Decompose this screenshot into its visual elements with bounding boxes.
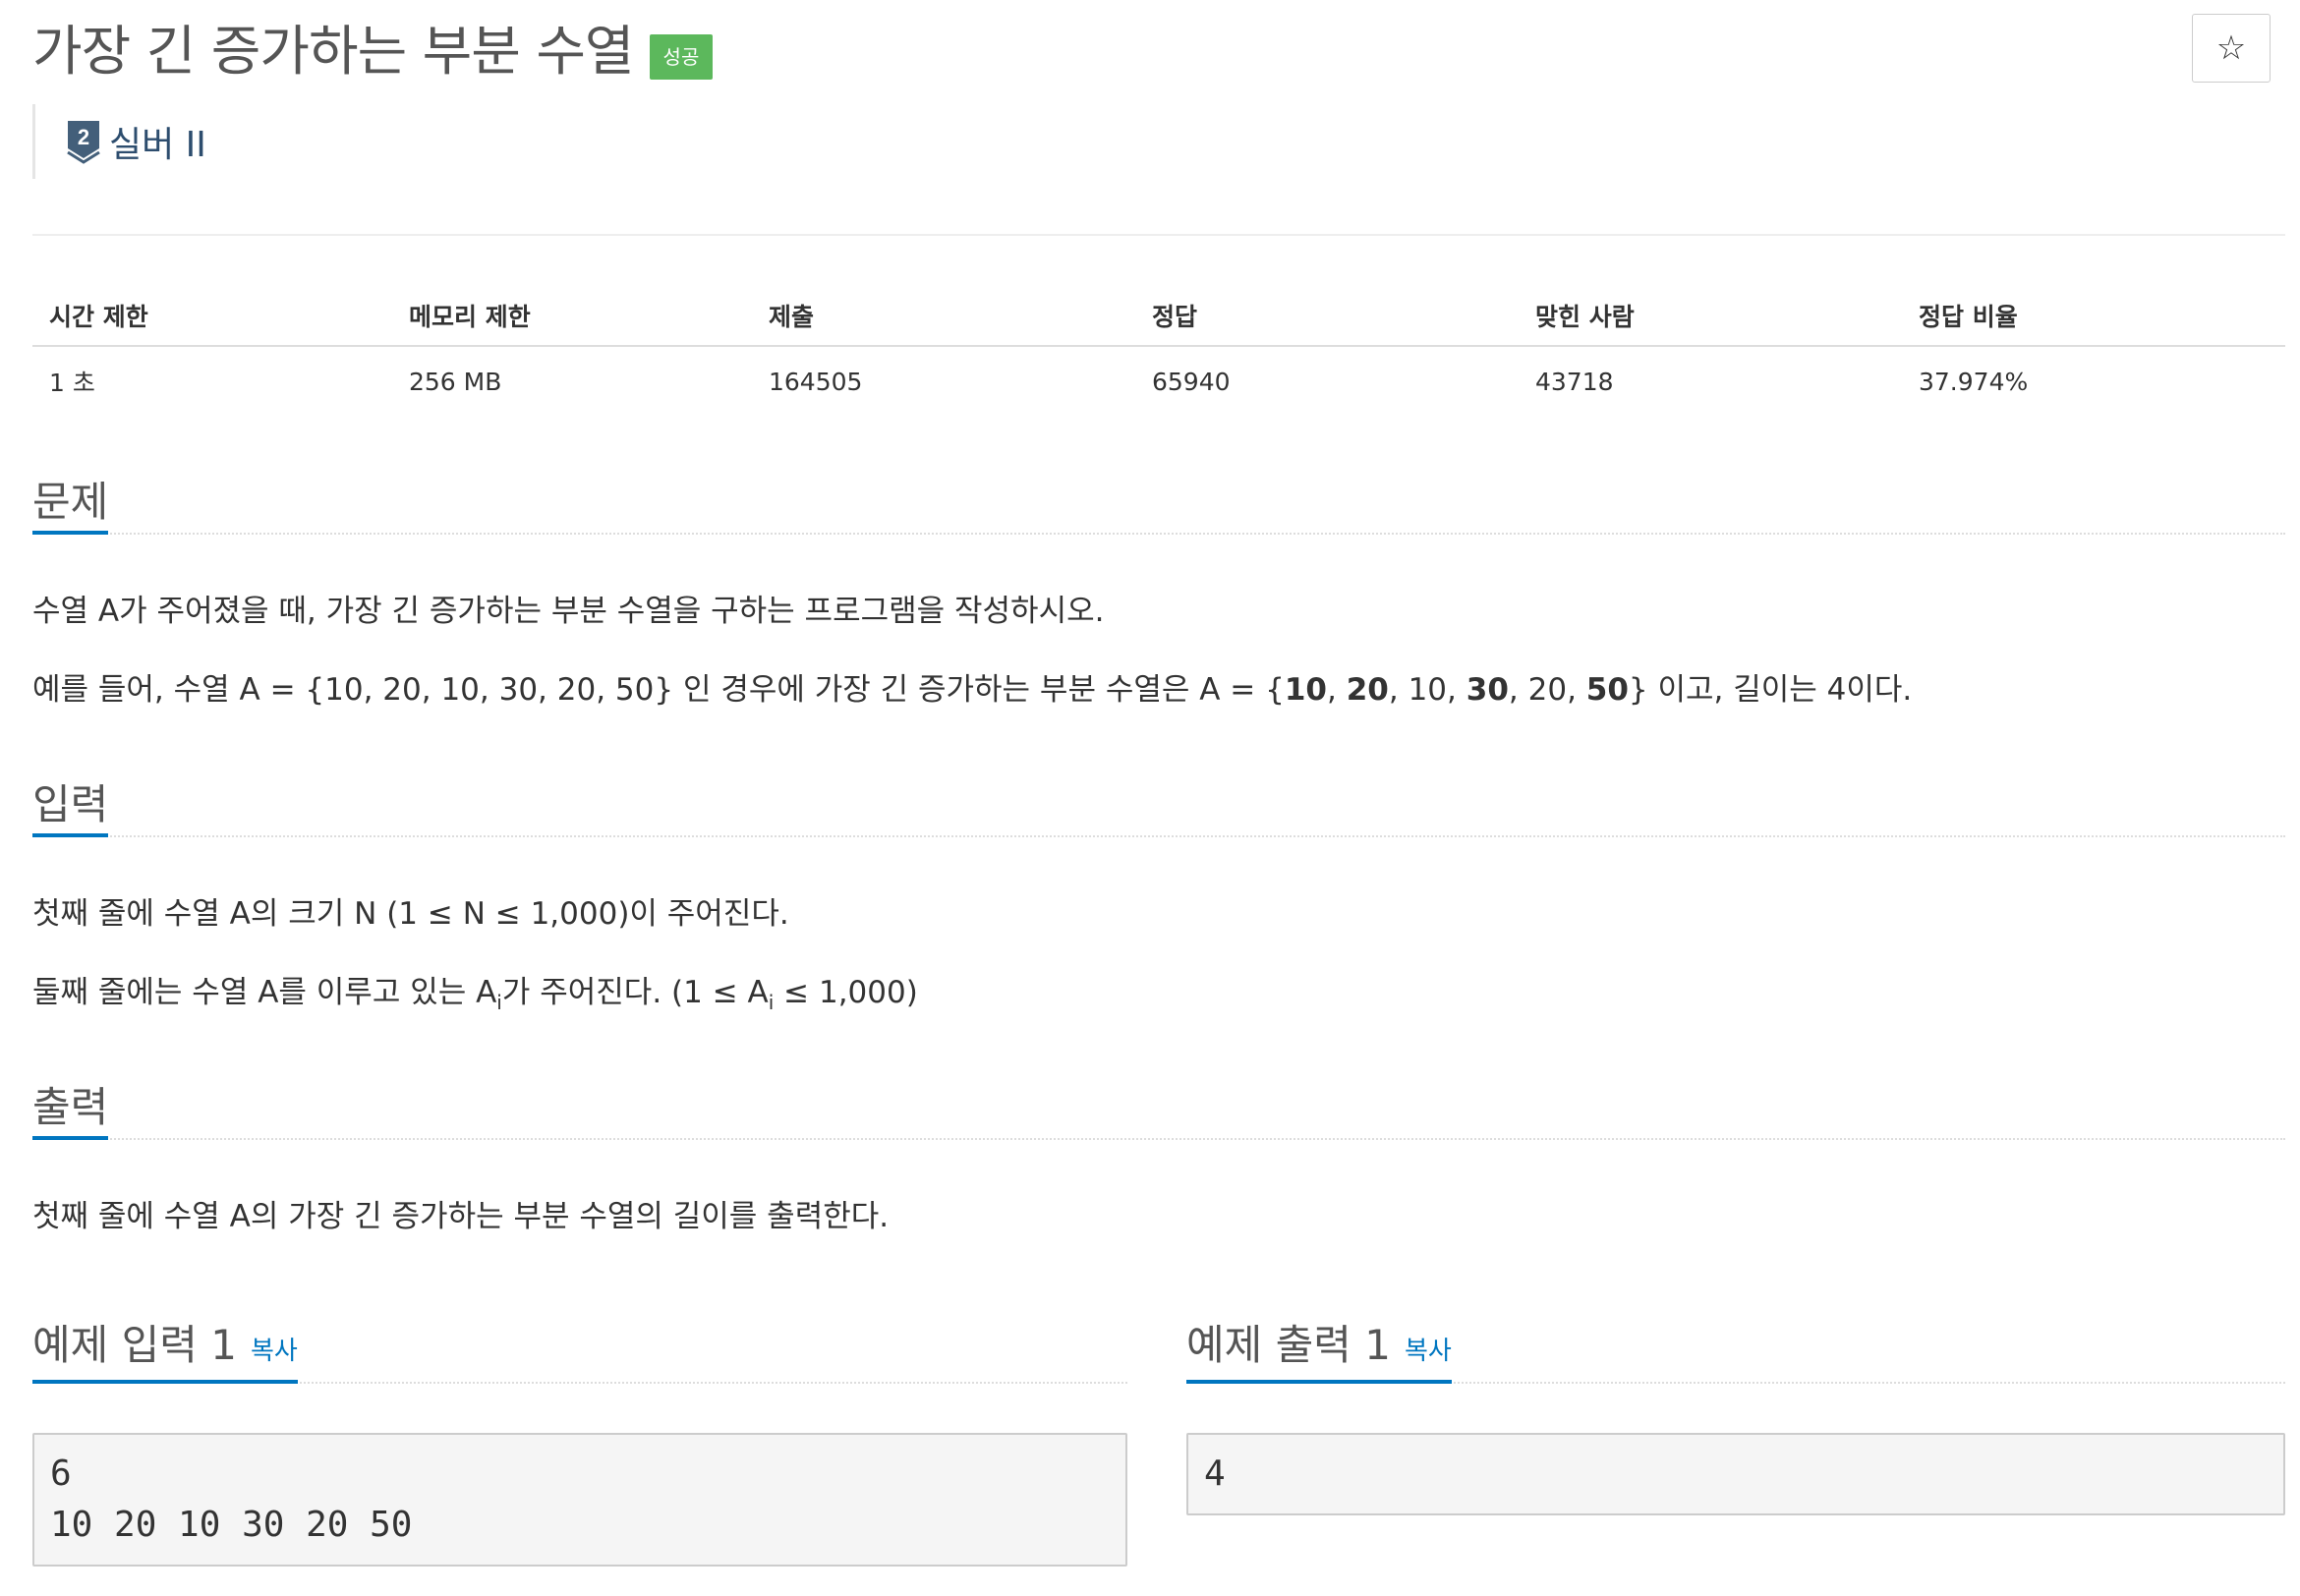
sample-input-section: 예제 입력 1 복사 6 10 20 10 30 20 50 xyxy=(32,1321,1127,1567)
problem-text-1: 수열 A가 주어졌을 때, 가장 긴 증가하는 부분 수열을 구하는 프로그램을… xyxy=(32,594,1105,629)
sample-output-code: 4 xyxy=(1186,1433,2285,1515)
value-submissions: 164505 xyxy=(769,367,863,396)
tier-label: 실버 II xyxy=(109,125,206,165)
favorite-star-button[interactable]: ☆ xyxy=(2192,14,2271,83)
value-solvers: 43718 xyxy=(1535,367,1614,396)
output-section: 출력 첫째 줄에 수열 A의 가장 긴 증가하는 부분 수열의 길이를 출력한다… xyxy=(32,1083,2285,1238)
problem-page: 가장 긴 증가하는 부분 수열 성공 ☆ 2 실버 II 시간 제한 메모리 제… xyxy=(0,0,2300,1596)
sample-output-title: 예제 출력 1 복사 xyxy=(1186,1321,1452,1384)
problem-text-2-prefix: 예를 들어, 수열 A = {10, 20, 10, 30, 20, 50} 인… xyxy=(32,672,1285,708)
value-accept-ratio: 37.974% xyxy=(1919,367,2029,396)
tier-number: 2 xyxy=(78,125,89,149)
sequence-item: 20 xyxy=(1346,672,1389,708)
table-header-row: 시간 제한 메모리 제한 제출 정답 맞힌 사람 정답 비율 xyxy=(32,285,2285,347)
input-text-2: 둘째 줄에는 수열 A를 이루고 있는 Ai가 주어진다. (1 ≤ Ai ≤ … xyxy=(32,971,2285,1024)
input-text-1: 첫째 줄에 수열 A의 크기 N (1 ≤ N ≤ 1,000)이 주어진다. xyxy=(32,896,789,932)
sequence-separator: , xyxy=(1508,672,1528,708)
section-header: 출력 xyxy=(32,1083,2285,1140)
problem-text-2: 예를 들어, 수열 A = {10, 20, 10, 30, 20, 50} 인… xyxy=(32,668,2285,712)
table-row: 1 초 256 MB 164505 65940 43718 37.974% xyxy=(32,347,2285,416)
sample-output-title-text: 예제 출력 1 xyxy=(1186,1321,1391,1369)
problem-info-table: 시간 제한 메모리 제한 제출 정답 맞힌 사람 정답 비율 1 초 256 M… xyxy=(32,285,2285,416)
tier-link[interactable]: 2 실버 II xyxy=(32,104,206,179)
section-header: 문제 xyxy=(32,478,2285,535)
sample-input-code: 6 10 20 10 30 20 50 xyxy=(32,1433,1127,1567)
sequence-highlight: 10, 20, 10, 30, 20, 50 xyxy=(1285,672,1629,708)
section-header: 예제 입력 1 복사 xyxy=(32,1321,1127,1384)
section-header: 예제 출력 1 복사 xyxy=(1186,1321,2285,1384)
header-memory-limit: 메모리 제한 xyxy=(409,302,531,331)
input-text-2-a: 둘째 줄에는 수열 A를 이루고 있는 A xyxy=(32,975,497,1010)
sample-input-title: 예제 입력 1 복사 xyxy=(32,1321,298,1384)
header-time-limit: 시간 제한 xyxy=(49,302,148,331)
sample-output-section: 예제 출력 1 복사 4 xyxy=(1186,1321,2285,1515)
section-title-output: 출력 xyxy=(32,1083,109,1140)
section-title-input: 입력 xyxy=(32,780,109,837)
title-row: 가장 긴 증가하는 부분 수열 성공 xyxy=(32,14,714,88)
sample-input-line: 10 20 10 30 20 50 xyxy=(50,1505,413,1545)
sequence-separator: , xyxy=(1447,672,1466,708)
input-text-2-b: 가 주어진다. (1 ≤ A xyxy=(501,975,769,1010)
copy-sample-input-link[interactable]: 복사 xyxy=(251,1337,298,1366)
value-accepted: 65940 xyxy=(1152,367,1231,396)
sequence-item: 10 xyxy=(1408,672,1448,708)
sample-output-line: 4 xyxy=(1204,1454,1226,1494)
sample-input-line: 6 xyxy=(50,1454,72,1494)
problem-text-2-suffix: } 이고, 길이는 4이다. xyxy=(1628,672,1913,708)
copy-sample-output-link[interactable]: 복사 xyxy=(1405,1337,1452,1366)
header-solvers: 맞힌 사람 xyxy=(1535,302,1635,331)
page-title: 가장 긴 증가하는 부분 수열 xyxy=(32,20,635,83)
input-text-2-c: ≤ 1,000) xyxy=(774,975,918,1010)
sequence-separator: , xyxy=(1567,672,1586,708)
input-section: 입력 첫째 줄에 수열 A의 크기 N (1 ≤ N ≤ 1,000)이 주어진… xyxy=(32,780,2285,1024)
value-time-limit: 1 초 xyxy=(49,369,95,397)
section-title-problem: 문제 xyxy=(32,478,109,535)
sequence-item: 30 xyxy=(1466,672,1509,708)
status-badge: 성공 xyxy=(649,34,714,80)
problem-section: 문제 수열 A가 주어졌을 때, 가장 긴 증가하는 부분 수열을 구하는 프로… xyxy=(32,478,2285,712)
value-memory-limit: 256 MB xyxy=(409,367,502,396)
sequence-item: 20 xyxy=(1527,672,1568,708)
tier-badge-icon: 2 xyxy=(67,121,100,164)
sequence-item: 50 xyxy=(1585,672,1629,708)
sequence-separator: , xyxy=(1388,672,1409,708)
output-text-1: 첫째 줄에 수열 A의 가장 긴 증가하는 부분 수열의 길이를 출력한다. xyxy=(32,1199,890,1234)
section-header: 입력 xyxy=(32,780,2285,837)
header-accepted: 정답 xyxy=(1152,302,1198,331)
divider xyxy=(32,234,2285,236)
star-icon: ☆ xyxy=(2215,28,2247,68)
sample-input-title-text: 예제 입력 1 xyxy=(32,1321,237,1369)
header-submissions: 제출 xyxy=(769,302,815,331)
sequence-separator: , xyxy=(1327,672,1347,708)
header-accept-ratio: 정답 비율 xyxy=(1919,302,2018,331)
sequence-item: 10 xyxy=(1284,672,1327,708)
